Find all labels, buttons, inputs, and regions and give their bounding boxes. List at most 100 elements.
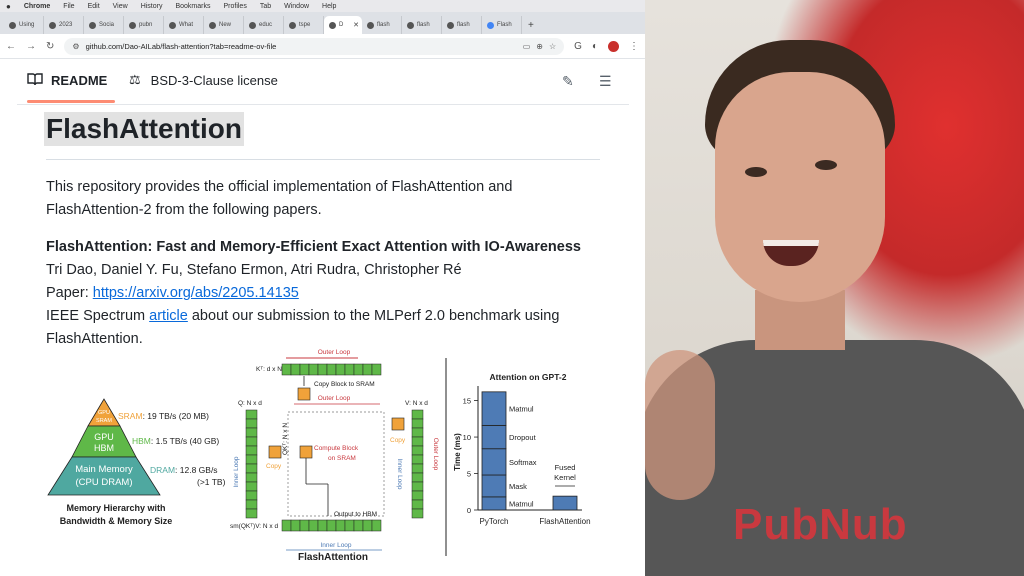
sram-label-value: : 19 TB/s (20 MB) <box>143 411 210 421</box>
bar-segment <box>481 448 507 476</box>
tab-label: pubn <box>139 22 153 28</box>
menu-chrome[interactable]: Chrome <box>24 3 50 10</box>
arxiv-link[interactable]: https://arxiv.org/abs/2205.14135 <box>93 285 299 301</box>
more-menu-icon[interactable]: ⋮ <box>629 41 639 52</box>
q-cell <box>245 472 258 483</box>
apple-icon[interactable]: ● <box>6 2 11 11</box>
zoom-icon[interactable]: ⊕ <box>536 42 543 51</box>
menu-file[interactable]: File <box>63 3 74 10</box>
bar-segment <box>481 474 507 498</box>
menu-window[interactable]: Window <box>284 3 309 10</box>
browser-toolbar: ← → ↻ ⚙ github.com/Dao-AILab/flash-atten… <box>0 34 645 59</box>
kt-cell <box>281 363 292 376</box>
q-matrix <box>245 409 258 519</box>
browser-tab[interactable]: Socia <box>84 16 124 34</box>
paper-citation: FlashAttention: Fast and Memory-Efficien… <box>46 236 606 351</box>
browser-tab[interactable]: 2023 <box>44 16 84 34</box>
new-tab-icon[interactable]: + <box>522 20 540 34</box>
profile-avatar[interactable] <box>608 40 619 52</box>
github-icon <box>407 21 414 29</box>
hbm-label-value: : 1.5 TB/s (40 GB) <box>151 436 220 446</box>
tab-label: D <box>339 22 344 28</box>
hbm-label-name: HBM <box>132 436 151 446</box>
x-tick-pytorch: PyTorch <box>480 517 509 526</box>
readme-tab[interactable]: README <box>27 72 107 89</box>
page-icon <box>169 21 176 29</box>
kt-cell <box>317 363 328 376</box>
output-cell <box>299 519 310 532</box>
browser-tab[interactable]: flash <box>402 16 442 34</box>
presenter-face <box>715 72 885 302</box>
extensions-icon[interactable]: ◐ <box>592 41 598 52</box>
github-icon <box>367 21 374 29</box>
bookmark-star-icon[interactable]: ☆ <box>549 42 556 51</box>
paper-title: FlashAttention: Fast and Memory-Efficien… <box>46 239 581 255</box>
license-tab[interactable]: ⚖ BSD-3-Clause license <box>129 72 278 88</box>
v-cell <box>411 454 424 465</box>
browser-tab[interactable]: Flash <box>482 16 522 34</box>
back-icon[interactable]: ← <box>6 41 16 52</box>
browser-tab-active[interactable]: D ✕ <box>324 16 362 34</box>
browser-tab[interactable]: flash <box>362 16 402 34</box>
site-info-icon[interactable]: ⚙ <box>72 42 79 51</box>
browser-tab[interactable]: educ <box>244 16 284 34</box>
shirt-logo: PubNub <box>733 500 908 549</box>
menu-view[interactable]: View <box>113 3 128 10</box>
flashattention-figure: GPU SRAM GPU HBM Main Memory (CPU DRAM) … <box>47 349 591 563</box>
kt-cell <box>344 363 355 376</box>
v-cell <box>411 418 424 429</box>
pyramid-dram-text-2: (CPU DRAM) <box>76 477 133 488</box>
tab-label: What <box>179 22 194 28</box>
outline-list-icon[interactable]: ☰ <box>599 73 612 90</box>
reload-icon[interactable]: ↻ <box>46 41 54 52</box>
menu-edit[interactable]: Edit <box>88 3 100 10</box>
v-cell <box>411 409 424 420</box>
compute-block <box>299 445 313 459</box>
menu-profiles[interactable]: Profiles <box>223 3 246 10</box>
tab-label: Socia <box>99 22 115 28</box>
readme-content: FlashAttention This repository provides … <box>44 112 606 347</box>
pyramid-dram-text-1: Main Memory <box>75 464 133 475</box>
menu-help[interactable]: Help <box>322 3 336 10</box>
dram-size-label: (>1 TB) <box>197 477 226 487</box>
bar-segment <box>552 495 578 511</box>
attention-bar-chart: Attention on GPT-2 Time (ms) 0 5 10 15 Matm… <box>453 372 591 526</box>
output-cell <box>290 519 301 532</box>
browser-tab[interactable]: tspe <box>284 16 324 34</box>
tab-label: flash <box>377 22 390 28</box>
pyramid-caption-2: Bandwidth & Memory Size <box>60 516 173 526</box>
outer-loop-label-right: Outer Loop <box>432 438 439 471</box>
menu-history[interactable]: History <box>141 3 163 10</box>
compute-block-label: Compute Block <box>314 445 359 452</box>
tab-label: Flash <box>497 22 512 28</box>
browser-tab[interactable]: Using <box>4 16 44 34</box>
browser-tab[interactable]: pubn <box>124 16 164 34</box>
pencil-icon[interactable]: ✎ <box>562 73 574 90</box>
v-cell <box>411 436 424 447</box>
browser-tab[interactable]: What <box>164 16 204 34</box>
github-icon <box>447 21 454 29</box>
presenter-video: PubNub <box>645 0 1024 576</box>
right-eye <box>815 160 837 170</box>
browser-tab[interactable]: flash <box>442 16 482 34</box>
output-cell <box>371 519 382 532</box>
article-link[interactable]: article <box>149 308 188 324</box>
y-tick-label: 0 <box>467 506 471 515</box>
address-bar[interactable]: ⚙ github.com/Dao-AILab/flash-attention?t… <box>64 37 565 55</box>
google-lens-icon[interactable]: G <box>574 41 582 52</box>
copy-label-left: Copy <box>266 463 282 470</box>
github-icon <box>289 21 296 29</box>
browser-tab[interactable]: New <box>204 16 244 34</box>
paper-prefix: Paper: <box>46 285 93 301</box>
cast-icon[interactable]: ▭ <box>523 42 531 51</box>
menu-tab[interactable]: Tab <box>260 3 271 10</box>
forward-icon[interactable]: → <box>26 41 36 52</box>
outer-loop-label-top: Outer Loop <box>318 349 351 356</box>
sm-label: sm(QKᵀ)V: N x d <box>230 523 278 530</box>
menu-bookmarks[interactable]: Bookmarks <box>175 3 210 10</box>
bar-segment <box>481 424 507 450</box>
fused-label-2: Kernel <box>554 473 576 482</box>
close-tab-icon[interactable]: ✕ <box>353 21 359 29</box>
browser-window: ● Chrome File Edit View History Bookmark… <box>0 0 645 576</box>
tab-label: tspe <box>299 22 311 28</box>
